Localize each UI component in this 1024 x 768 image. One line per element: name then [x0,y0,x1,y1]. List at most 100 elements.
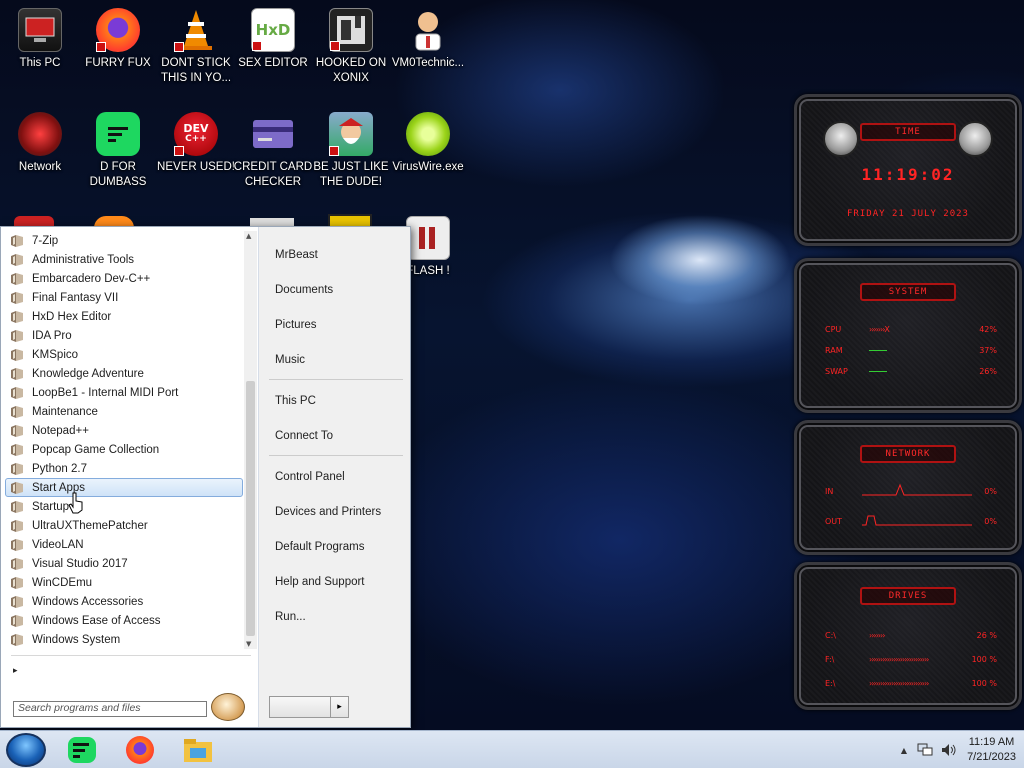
start-menu-right-pane: MrBeast Documents Pictures Music This PC… [263,237,403,634]
program-item[interactable]: Windows Ease of Access [5,611,243,630]
control-panel-link[interactable]: Control Panel [263,459,403,494]
drives-gadget-title: DRIVES [860,587,956,605]
desktop-icon-network[interactable]: Network [0,112,80,175]
ram-value: 37% [979,345,997,355]
search-button-icon[interactable] [211,693,245,721]
program-item[interactable]: HxD Hex Editor [5,307,243,326]
drive-e-bar: ››››››››››››››››››››››››››› [869,678,929,688]
connect-to-link[interactable]: Connect To [263,418,403,453]
help-support-link[interactable]: Help and Support [263,564,403,599]
pictures-link[interactable]: Pictures [263,307,403,342]
desktop-icon-this-pc[interactable]: This PC [0,8,80,71]
taskbar-firefox-icon[interactable] [122,735,158,765]
program-label: IDA Pro [32,329,72,342]
scroll-down-icon[interactable]: ▼ [246,640,251,648]
program-item[interactable]: Start Apps [5,478,243,497]
show-hidden-icons-icon[interactable]: ▲ [901,746,907,755]
taskbar-file-explorer-icon[interactable] [180,735,216,765]
desktop-icon-dont-stick[interactable]: DONT STICK THIS IN YO... [156,8,236,86]
gadget-date: FRIDAY 21 JULY 2023 [847,209,969,219]
program-item[interactable]: VideoLAN [5,535,243,554]
desktop-icon-hooked-on-xonix[interactable]: HOOKED ON XONIX [311,8,391,86]
program-item[interactable]: Notepad++ [5,421,243,440]
net-in-graph [861,483,972,499]
program-item[interactable]: Administrative Tools [5,250,243,269]
desktop-icon-vm0technic[interactable]: VM0Technic... [388,8,468,71]
music-link[interactable]: Music [263,342,403,377]
program-folder-icon [10,348,24,362]
program-item[interactable]: Embarcadero Dev-C++ [5,269,243,288]
program-label: Notepad++ [32,424,89,437]
system-gadget-title: SYSTEM [860,283,956,301]
network-tray-icon[interactable] [917,743,933,757]
scrollbar-thumb[interactable] [246,381,255,636]
doctor-icon [406,8,450,52]
default-programs-link[interactable]: Default Programs [263,529,403,564]
back-button[interactable]: ▸ [11,655,251,685]
search-input[interactable]: Search programs and files [13,701,207,717]
program-item[interactable]: Startup [5,497,243,516]
desktop-icon-viruswire[interactable]: VirusWire.exe [388,112,468,175]
devices-printers-link[interactable]: Devices and Printers [263,494,403,529]
shutdown-options-arrow-icon[interactable]: ▸ [331,696,349,718]
program-label: Python 2.7 [32,462,87,475]
desktop-icon-never-used[interactable]: DEV C++ NEVER USED! [156,112,236,175]
run-link[interactable]: Run... [263,599,403,634]
scroll-up-icon[interactable]: ▲ [246,232,251,240]
program-item[interactable]: Maintenance [5,402,243,421]
desktop-icon-label: This PC [19,57,61,69]
xonix-icon [329,8,373,52]
program-label: 7-Zip [32,234,59,247]
program-item[interactable]: Final Fantasy VII [5,288,243,307]
program-item[interactable]: UltraUXThemePatcher [5,516,243,535]
program-item[interactable]: Windows Accessories [5,592,243,611]
taskbar-chat-app-icon[interactable] [64,735,100,765]
gadget-clock: 11:19:02 [861,165,955,184]
cpu-label: CPU [825,324,842,334]
desktop-icon-sex-editor[interactable]: HxD SEX EDITOR [233,8,313,71]
program-item[interactable]: Python 2.7 [5,459,243,478]
this-pc-link[interactable]: This PC [263,383,403,418]
drive-f-label: F:\ [825,654,835,664]
volume-icon[interactable] [941,743,957,757]
desktop-icon-furry-fux[interactable]: FURRY FUX [78,8,158,71]
drive-e-label: E:\ [825,678,836,688]
ram-bar [869,346,967,355]
desktop-icon-label: VirusWire.exe [392,161,464,173]
desktop-icon-d-for-dumbass[interactable]: D FOR DUMBASS [78,112,158,190]
cpu-value: 42% [979,324,997,334]
shutdown-button[interactable] [269,696,331,718]
program-folder-icon [10,310,24,324]
network-gadget-title: NETWORK [860,445,956,463]
taskbar-clock[interactable]: 11:19 AM 7/21/2023 [967,735,1016,765]
program-item[interactable]: KMSpico [5,345,243,364]
drive-c-bar: ››››››› [869,630,885,640]
drive-f-value: 100 % [971,654,997,664]
user-folder-link[interactable]: MrBeast [263,237,403,272]
program-item[interactable]: IDA Pro [5,326,243,345]
program-folder-icon [10,443,24,457]
program-item[interactable]: Visual Studio 2017 [5,554,243,573]
time-gadget: TIME 11:19:02 FRIDAY 21 JULY 2023 [794,94,1022,246]
program-item[interactable]: Popcap Game Collection [5,440,243,459]
program-label: VideoLAN [32,538,84,551]
swap-label: SWAP [825,366,848,376]
drive-c-value: 26 % [976,630,997,640]
net-in-row: IN 0% [825,483,997,499]
shortcut-arrow-icon [174,42,184,52]
dev-cpp-icon-glyph: DEV [183,122,209,135]
program-item[interactable]: Windows System [5,630,243,649]
shortcut-arrow-icon [252,41,262,51]
desktop-icon-credit-card-checker[interactable]: CREDIT CARD CHECKER [233,112,313,190]
programs-scrollbar[interactable]: ▲ ▼ [244,231,257,649]
start-button[interactable] [6,733,46,767]
program-folder-icon [10,272,24,286]
program-item[interactable]: LoopBe1 - Internal MIDI Port [5,383,243,402]
program-folder-icon [10,329,24,343]
program-item[interactable]: Knowledge Adventure [5,364,243,383]
alien-head-icon [957,121,993,157]
desktop-icon-be-just-like-the-dude[interactable]: BE JUST LIKE THE DUDE! [311,112,391,190]
program-item[interactable]: WinCDEmu [5,573,243,592]
program-item[interactable]: 7-Zip [5,231,243,250]
documents-link[interactable]: Documents [263,272,403,307]
